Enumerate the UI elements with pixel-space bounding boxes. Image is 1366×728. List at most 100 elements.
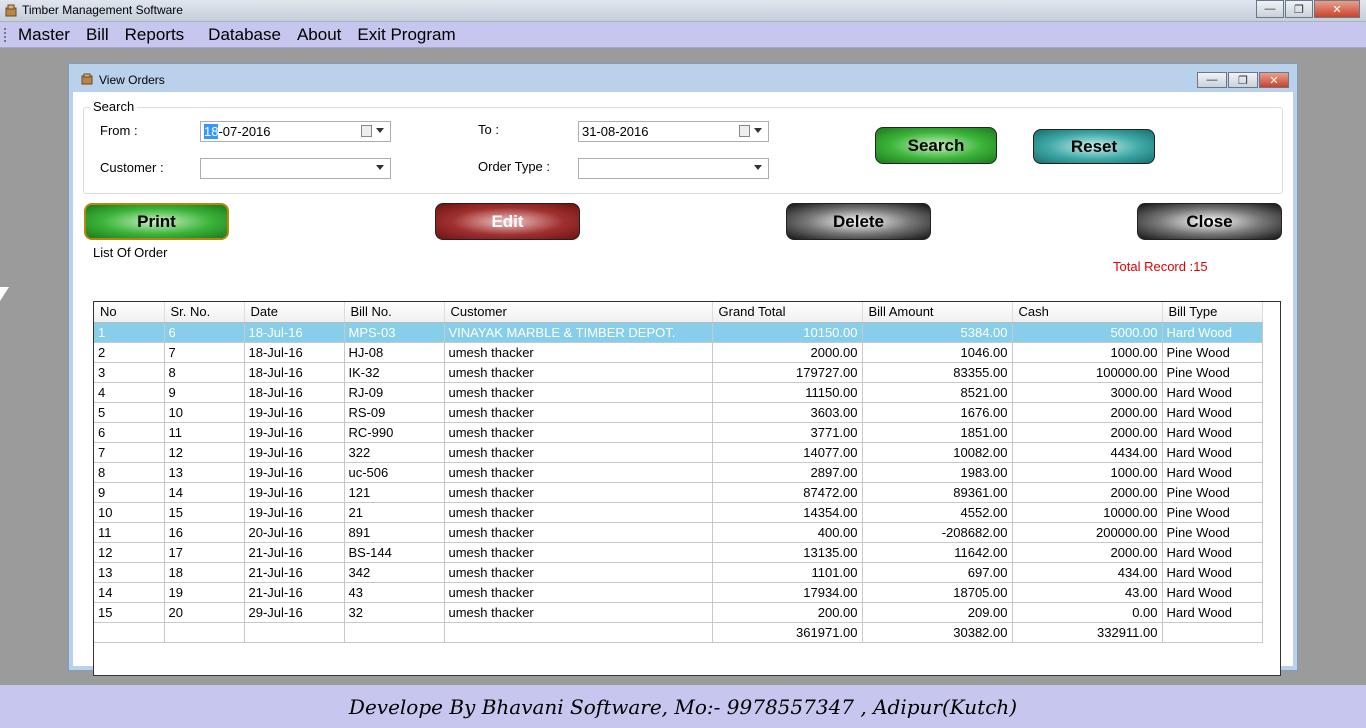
- table-cell: [244, 622, 345, 643]
- table-row[interactable]: 12 17 21-Jul-16 BS-144 umesh thacker 13135.00…: [94, 542, 1263, 563]
- menu-about[interactable]: About: [289, 25, 349, 45]
- close-window-button[interactable]: Close: [1137, 203, 1282, 240]
- table-row[interactable]: 2 7 18-Jul-16 HJ-08 umesh thacker 2000.00 1046…: [94, 342, 1263, 363]
- table-row[interactable]: 9 14 19-Jul-16 121 umesh thacker 87472.00 8936…: [94, 482, 1263, 503]
- maximize-button[interactable]: ❐: [1285, 0, 1313, 18]
- to-date-value: 31-08-2016: [582, 124, 649, 139]
- table-cell: umesh thacker: [444, 522, 713, 543]
- to-label: To :: [478, 122, 499, 137]
- column-header-sr-no[interactable]: Sr. No.: [164, 302, 245, 323]
- edit-button[interactable]: Edit: [435, 203, 580, 240]
- table-totals-row[interactable]: 361971.00 30382.00 332911.00: [94, 622, 1263, 643]
- table-cell: 200.00: [712, 602, 863, 623]
- column-header-cash[interactable]: Cash: [1012, 302, 1163, 323]
- table-row[interactable]: 4 9 18-Jul-16 RJ-09 umesh thacker 11150.00 852…: [94, 382, 1263, 403]
- search-button[interactable]: Search: [875, 127, 997, 164]
- column-header-grand-total[interactable]: Grand Total: [712, 302, 863, 323]
- table-row[interactable]: 1 6 18-Jul-16 MPS-03 VINAYAK MARBLE & TIMBER…: [94, 322, 1263, 343]
- menu-master[interactable]: Master: [10, 25, 78, 45]
- orders-grid[interactable]: No Sr. No. Date Bill No. Customer Grand …: [93, 301, 1281, 676]
- table-cell: Hard Wood: [1162, 402, 1263, 423]
- column-header-customer[interactable]: Customer: [444, 302, 713, 323]
- table-row[interactable]: 6 11 19-Jul-16 RC-990 umesh thacker 3771.00 18…: [94, 422, 1263, 443]
- app-icon: [5, 4, 17, 17]
- menu-bill[interactable]: Bill: [78, 25, 117, 45]
- table-row[interactable]: 11 16 20-Jul-16 891 umesh thacker 400.00 -2086…: [94, 522, 1263, 543]
- calendar-icon[interactable]: [361, 125, 372, 137]
- column-header-bill-amount[interactable]: Bill Amount: [862, 302, 1013, 323]
- from-date-picker[interactable]: 18-07-2016: [200, 121, 391, 142]
- table-cell: Pine Wood: [1162, 502, 1263, 523]
- table-cell: 11: [164, 422, 245, 443]
- table-cell: 19-Jul-16: [244, 462, 345, 483]
- table-cell: Pine Wood: [1162, 522, 1263, 543]
- calendar-icon[interactable]: [739, 125, 750, 137]
- table-row[interactable]: 10 15 19-Jul-16 21 umesh thacker 14354.00 4552…: [94, 502, 1263, 523]
- close-icon: ✕: [1269, 74, 1279, 87]
- table-cell: 19: [164, 582, 245, 603]
- table-cell: umesh thacker: [444, 342, 713, 363]
- table-row[interactable]: 8 13 19-Jul-16 uc-506 umesh thacker 2897.00 19…: [94, 462, 1263, 483]
- chevron-down-icon[interactable]: [754, 128, 762, 133]
- table-cell: 21: [344, 502, 445, 523]
- table-cell: Hard Wood: [1162, 602, 1263, 623]
- close-button[interactable]: ✕: [1314, 0, 1360, 18]
- menu-exit-program[interactable]: Exit Program: [349, 25, 463, 45]
- table-cell: [444, 622, 713, 643]
- customer-select[interactable]: [200, 158, 391, 179]
- table-cell: 19-Jul-16: [244, 442, 345, 463]
- from-label: From :: [100, 123, 138, 138]
- chevron-down-icon[interactable]: [754, 165, 762, 170]
- child-maximize-button[interactable]: ❐: [1228, 72, 1258, 88]
- menu-database[interactable]: Database: [200, 25, 289, 45]
- table-row[interactable]: 14 19 21-Jul-16 43 umesh thacker 17934.00 1870…: [94, 582, 1263, 603]
- from-date-selected-part: 18: [204, 124, 219, 139]
- table-cell: 13: [94, 562, 165, 583]
- column-header-no[interactable]: No: [94, 302, 165, 323]
- minimize-icon: —: [1206, 74, 1218, 86]
- print-button[interactable]: Print: [84, 203, 229, 240]
- child-window-controls: — ❐ ✕: [1196, 72, 1289, 88]
- child-minimize-button[interactable]: —: [1197, 72, 1227, 88]
- table-cell: HJ-08: [344, 342, 445, 363]
- to-date-picker[interactable]: 31-08-2016: [578, 121, 769, 142]
- reset-button[interactable]: Reset: [1033, 129, 1155, 164]
- table-cell: 1000.00: [1012, 462, 1163, 483]
- table-cell: 17: [164, 542, 245, 563]
- table-cell: 400.00: [712, 522, 863, 543]
- chevron-down-icon[interactable]: [376, 165, 384, 170]
- table-cell: 5000.00: [1012, 322, 1163, 343]
- column-header-bill-no[interactable]: Bill No.: [344, 302, 445, 323]
- table-row[interactable]: 3 8 18-Jul-16 IK-32 umesh thacker 179727.00 83…: [94, 362, 1263, 383]
- table-cell: 14: [94, 582, 165, 603]
- table-cell: 8: [164, 362, 245, 383]
- table-row[interactable]: 15 20 29-Jul-16 32 umesh thacker 200.00 209.00…: [94, 602, 1263, 623]
- table-cell: VINAYAK MARBLE & TIMBER DEPOT.: [444, 322, 713, 343]
- table-cell: BS-144: [344, 542, 445, 563]
- minimize-icon: —: [1264, 3, 1276, 15]
- table-row[interactable]: 7 12 19-Jul-16 322 umesh thacker 14077.00 1008…: [94, 442, 1263, 463]
- table-cell: Hard Wood: [1162, 422, 1263, 443]
- minimize-button[interactable]: —: [1256, 0, 1284, 18]
- table-cell: MPS-03: [344, 322, 445, 343]
- table-cell: -208682.00: [862, 522, 1013, 543]
- table-cell: umesh thacker: [444, 422, 713, 443]
- column-header-bill-type[interactable]: Bill Type: [1162, 302, 1263, 323]
- table-cell: 10150.00: [712, 322, 863, 343]
- table-cell: 30382.00: [862, 622, 1013, 643]
- table-row[interactable]: 5 10 19-Jul-16 RS-09 umesh thacker 3603.00 167…: [94, 402, 1263, 423]
- table-cell: 11150.00: [712, 382, 863, 403]
- table-cell: 14077.00: [712, 442, 863, 463]
- delete-button[interactable]: Delete: [786, 203, 931, 240]
- window-title: View Orders: [99, 73, 165, 87]
- column-header-date[interactable]: Date: [244, 302, 345, 323]
- table-cell: 19-Jul-16: [244, 482, 345, 503]
- table-row[interactable]: 13 18 21-Jul-16 342 umesh thacker 1101.00 697.…: [94, 562, 1263, 583]
- table-cell: 5384.00: [862, 322, 1013, 343]
- table-cell: 13135.00: [712, 542, 863, 563]
- table-cell: 2897.00: [712, 462, 863, 483]
- child-close-button[interactable]: ✕: [1259, 72, 1289, 88]
- chevron-down-icon[interactable]: [376, 128, 384, 133]
- order-type-select[interactable]: [578, 158, 769, 179]
- menu-reports[interactable]: Reports: [117, 25, 193, 45]
